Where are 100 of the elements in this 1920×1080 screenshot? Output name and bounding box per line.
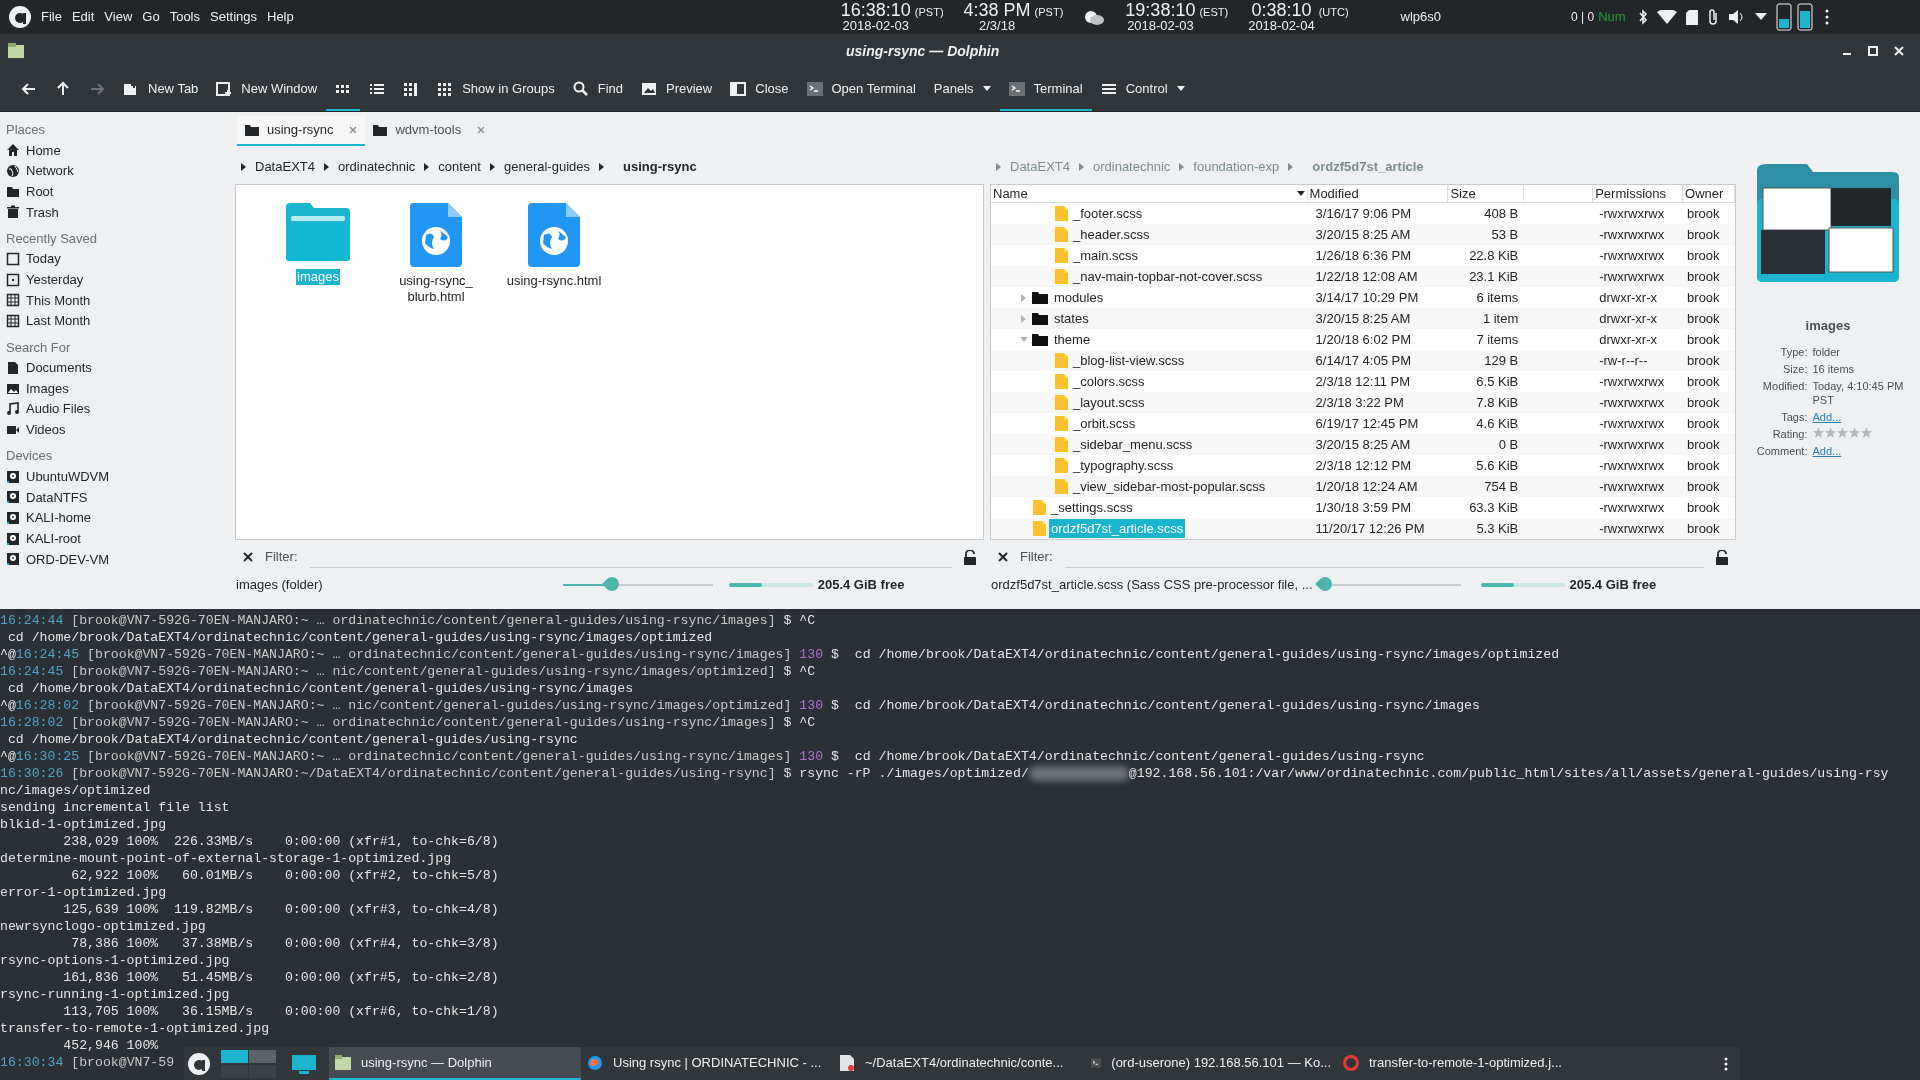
task-label[interactable]: (ord-userone) 192.168.56.101 — Ko... [1111,1052,1331,1073]
file-name[interactable]: _header.scss [1071,224,1152,245]
taskbar-task[interactable]: using-rsync — Dolphin [329,1047,581,1080]
file-name[interactable]: _layout.scss [1071,392,1147,413]
file-name[interactable]: states [1052,308,1091,329]
wifi-icon[interactable] [1656,10,1677,24]
menu-item[interactable]: Settings [205,7,262,27]
lock-icon[interactable] [1716,549,1728,565]
launcher-icon[interactable] [187,1051,211,1076]
link[interactable]: Add... [1812,443,1913,458]
task-label[interactable]: using-rsync — Dolphin [361,1052,492,1073]
file-name[interactable]: _orbit.scss [1071,413,1138,434]
sidebar-item[interactable]: Audio Files [6,398,232,420]
breadcrumb-item[interactable]: DataEXT4 [255,156,315,177]
breadcrumb-item[interactable]: ordinatechnic [338,156,416,177]
task-label[interactable]: ~/DataEXT4/ordinatechnic/conte... [865,1052,1064,1073]
file-name[interactable]: theme [1052,329,1093,350]
tab-label[interactable]: wdvm-tools [395,120,462,140]
sidebar-item[interactable]: Network [6,160,232,182]
toolbar-button[interactable]: Show in Groups [428,68,564,111]
file-name[interactable]: _sidebar_menu.scss [1071,434,1195,455]
sd-card-icon[interactable] [1685,9,1698,25]
sidebar-item[interactable]: This Month [6,290,232,311]
breadcrumb-item[interactable]: using-rsync [623,156,697,177]
toolbar-button[interactable]: Open Terminal [797,68,925,111]
taskbar-task[interactable]: transfer-to-remote-1-optimized.j... [1337,1047,1589,1080]
star-icon[interactable] [1836,426,1848,438]
terminal-line: 62,922 100% 60.01MB/s 0:00:00 (xfr#2, to-chk=5/8) [70,867,499,884]
toolbar-button[interactable]: Control [1091,68,1194,111]
star-icon[interactable] [1812,426,1824,438]
sidebar-item[interactable]: KALI-root [6,528,232,549]
maximize-icon[interactable] [1868,46,1878,56]
sidebar-item[interactable]: DataNTFS [6,486,232,508]
toolbar-button[interactable]: Close [721,68,798,111]
file-name[interactable]: _footer.scss [1071,203,1145,224]
tab[interactable]: using-rsync [237,116,366,146]
breadcrumb-item[interactable]: general-guides [503,156,590,177]
star-icon[interactable] [1848,426,1860,438]
sidebar-item[interactable]: KALI-home [6,507,232,529]
bluetooth-icon[interactable] [1637,9,1648,25]
file-name[interactable]: _nav-main-topbar-not-cover.scss [1071,266,1265,287]
sidebar-item[interactable]: Videos [6,419,232,441]
file-name[interactable]: modules [1052,287,1106,308]
web-document-icon [410,203,462,267]
task-label[interactable]: Using rsync | ORDINATECHNIC - ... [613,1052,822,1073]
close-icon[interactable] [998,552,1008,562]
toolbar-button[interactable]: New Tab [114,68,208,111]
toolbar-button[interactable]: Panels [924,68,1000,111]
menu-item[interactable]: View [99,7,138,27]
tab[interactable]: wdvm-tools [365,116,494,146]
file-name[interactable]: _blog-list-view.scss [1071,350,1187,371]
breadcrumb-item[interactable]: content [438,156,481,177]
desktop-pager[interactable] [221,1048,277,1079]
taskbar-task[interactable]: ~/DataEXT4/ordinatechnic/conte... [833,1047,1085,1080]
sidebar-item[interactable]: Images [6,378,232,399]
menu-item[interactable]: Tools [164,7,205,27]
file-name[interactable]: using-rsync_ blurb.html [380,273,492,305]
column-header[interactable]: Permissions [1595,185,1666,204]
sidebar-item[interactable]: Root [6,181,232,203]
file-name[interactable]: _typography.scss [1071,455,1176,476]
menu-item[interactable]: Help [262,7,299,27]
more-icon[interactable] [1824,9,1829,25]
column-header[interactable]: Modified [1309,185,1359,204]
sidebar-item[interactable]: UbuntuWDVM [6,466,232,487]
sidebar-item[interactable]: Last Month [6,310,232,332]
sidebar-item[interactable]: Trash [6,202,232,223]
column-header[interactable]: Size [1450,185,1476,204]
sidebar-item[interactable]: Today [6,248,232,270]
more-icon[interactable] [1724,1056,1728,1071]
toolbar-button[interactable]: Preview [632,68,722,111]
toolbar-button[interactable]: New Window [207,68,327,111]
taskbar-task[interactable]: Using rsync | ORDINATECHNIC - ... [581,1047,833,1080]
lock-icon[interactable] [964,549,976,565]
column-header[interactable]: Owner [1685,185,1724,204]
file-name[interactable]: _view_sidebar-most-popular.scss [1071,476,1268,497]
file-name[interactable]: _settings.scss [1049,497,1135,518]
menu-item[interactable]: File [36,7,67,27]
sidebar-item[interactable]: Home [6,140,232,161]
link[interactable]: Add... [1812,409,1913,424]
tab-label[interactable]: using-rsync [267,120,334,140]
file-name[interactable]: _main.scss [1071,245,1141,266]
monitor-icon[interactable] [291,1052,317,1075]
sidebar-item[interactable]: Yesterday [6,269,232,291]
sidebar-item[interactable]: ORD-DEV-VM [6,549,232,570]
sidebar-item[interactable]: Documents [6,357,232,379]
volume-icon[interactable] [1727,9,1746,25]
toolbar-button[interactable]: Find [563,68,632,111]
system-monitor-icon[interactable] [1775,3,1816,31]
menu-item[interactable]: Edit [66,7,100,27]
star-icon[interactable] [1824,426,1836,438]
star-icon[interactable] [1860,426,1872,438]
file-name[interactable]: _colors.scss [1071,371,1147,392]
task-label[interactable]: transfer-to-remote-1-optimized.j... [1369,1052,1562,1073]
close-icon[interactable] [243,552,253,562]
menu-item[interactable]: Go [137,7,165,27]
column-header[interactable]: Name [993,185,1028,204]
taskbar-task[interactable]: (ord-userone) 192.168.56.101 — Ko... [1085,1047,1337,1080]
file-name[interactable]: using-rsync.html [505,273,603,289]
paperclip-icon[interactable] [1706,9,1719,25]
caret-icon[interactable] [1754,13,1767,21]
